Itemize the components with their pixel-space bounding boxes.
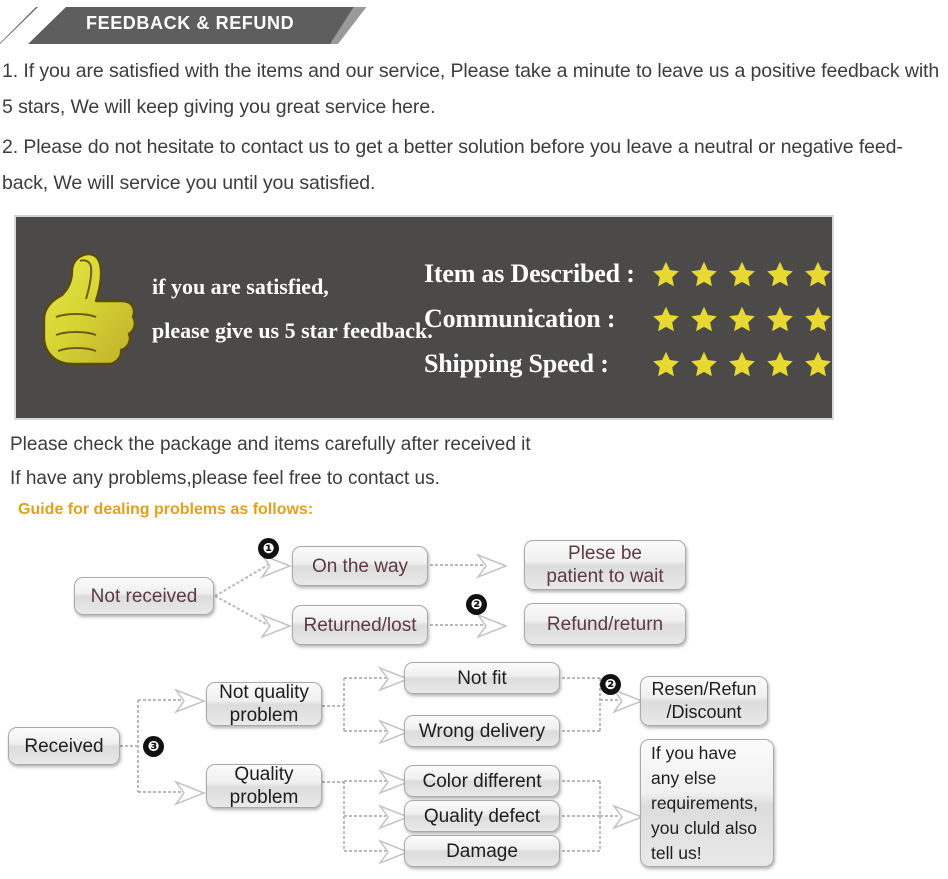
flow2-source-box[interactable]: Received <box>8 727 120 765</box>
star-icon <box>805 351 831 376</box>
star-icon <box>729 306 755 331</box>
flow2-issue-box-quality-defect[interactable]: Quality defect <box>404 800 560 832</box>
rating-row: Communication : <box>424 298 832 339</box>
flow2-issue-box-wrong-delivery[interactable]: Wrong delivery <box>404 715 560 747</box>
rating-label: Item as Described : <box>424 258 635 288</box>
flowchart-received: Received ❸ Not quality problem Quality p… <box>0 654 948 879</box>
star-icon <box>767 306 793 331</box>
feedback-banner: if you are satisfied, please give us 5 s… <box>14 215 834 420</box>
feedback-line-2: please give us 5 star feedback. <box>152 318 433 343</box>
flow1-status-box-returned-lost[interactable]: Returned/lost <box>292 605 428 645</box>
star-icon <box>805 306 831 331</box>
flow2-category-label: Not quality problem <box>219 682 309 726</box>
flow2-category-label: Quality problem <box>229 764 299 808</box>
star-icon <box>691 351 717 376</box>
feedback-banner-text: if you are satisfied, please give us 5 s… <box>152 265 433 353</box>
flow2-issue-box-damage[interactable]: Damage <box>404 835 560 867</box>
star-rating <box>652 350 832 378</box>
flow2-issue-box-not-fit[interactable]: Not fit <box>404 662 560 694</box>
flow2-issue-label: Wrong delivery <box>418 720 546 742</box>
flowchart-not-received: Not received ❶ On the way Returned/lost … <box>0 524 948 654</box>
flow2-source-label: Received <box>24 735 104 757</box>
star-rating <box>652 260 832 288</box>
rating-row: Shipping Speed : <box>424 343 832 384</box>
star-rating <box>652 305 832 333</box>
flow2-issue-label: Color different <box>422 770 542 792</box>
rating-label: Shipping Speed : <box>424 348 609 378</box>
flow1-source-label: Not received <box>90 585 198 607</box>
star-icon <box>653 306 679 331</box>
note-line-1: Please check the package and items caref… <box>10 434 531 455</box>
badge-2-flow2: ❷ <box>600 674 621 695</box>
flow2-issue-label: Damage <box>446 840 518 862</box>
star-icon <box>691 306 717 331</box>
rating-label: Communication : <box>424 303 616 333</box>
flow2-outcome-label: Resen/Refun /Discount <box>651 679 757 722</box>
star-icon <box>653 351 679 376</box>
rating-row: Item as Described : <box>424 253 832 294</box>
guide-heading: Guide for dealing problems as follows: <box>18 501 314 518</box>
ratings-list: Item as Described : Communication : Ship… <box>424 253 832 388</box>
badge-3: ❸ <box>143 736 164 757</box>
flow2-outcome-box-other-requirements[interactable]: If you have any else requirements, you c… <box>640 739 774 867</box>
flow2-issue-box-color-different[interactable]: Color different <box>404 765 560 797</box>
flow2-category-box-not-quality[interactable]: Not quality problem <box>206 682 322 726</box>
star-icon <box>653 261 679 286</box>
star-icon <box>767 351 793 376</box>
flow2-outcome-label: If you have any else requirements, you c… <box>651 742 758 863</box>
star-icon <box>729 351 755 376</box>
badge-1: ❶ <box>258 538 279 559</box>
flow2-issue-label: Not fit <box>457 667 507 689</box>
flow1-action-label: Refund/return <box>546 613 664 635</box>
flow2-category-box-quality[interactable]: Quality problem <box>206 764 322 808</box>
page-title: FEEDBACK & REFUND <box>86 13 295 33</box>
thumbs-up-icon <box>42 252 137 366</box>
star-icon <box>729 261 755 286</box>
flow1-status-box-on-the-way[interactable]: On the way <box>292 546 428 586</box>
flow1-source-box[interactable]: Not received <box>74 577 214 615</box>
flow1-action-box-wait[interactable]: Plese be patient to wait <box>524 540 686 590</box>
header-banner: FEEDBACK & REFUND <box>0 0 948 47</box>
star-icon <box>767 261 793 286</box>
flow2-outcome-box-resend[interactable]: Resen/Refun /Discount <box>640 676 768 726</box>
flow1-status-label: On the way <box>311 555 409 577</box>
star-icon <box>691 261 717 286</box>
intro-paragraph-2: 2. Please do not hesitate to contact us … <box>2 136 903 194</box>
star-icon <box>805 261 831 286</box>
note-line-2: If have any problems,please feel free to… <box>10 468 440 489</box>
flow1-action-label: Plese be patient to wait <box>546 543 664 587</box>
flow2-issue-label: Quality defect <box>423 805 541 827</box>
flow1-status-label: Returned/lost <box>303 614 417 636</box>
intro-paragraph-1: 1. If you are satisfied with the items a… <box>2 60 940 118</box>
badge-2-flow1: ❷ <box>466 594 487 615</box>
flow1-action-box-refund[interactable]: Refund/return <box>524 603 686 645</box>
feedback-line-1: if you are satisfied, <box>152 274 329 299</box>
